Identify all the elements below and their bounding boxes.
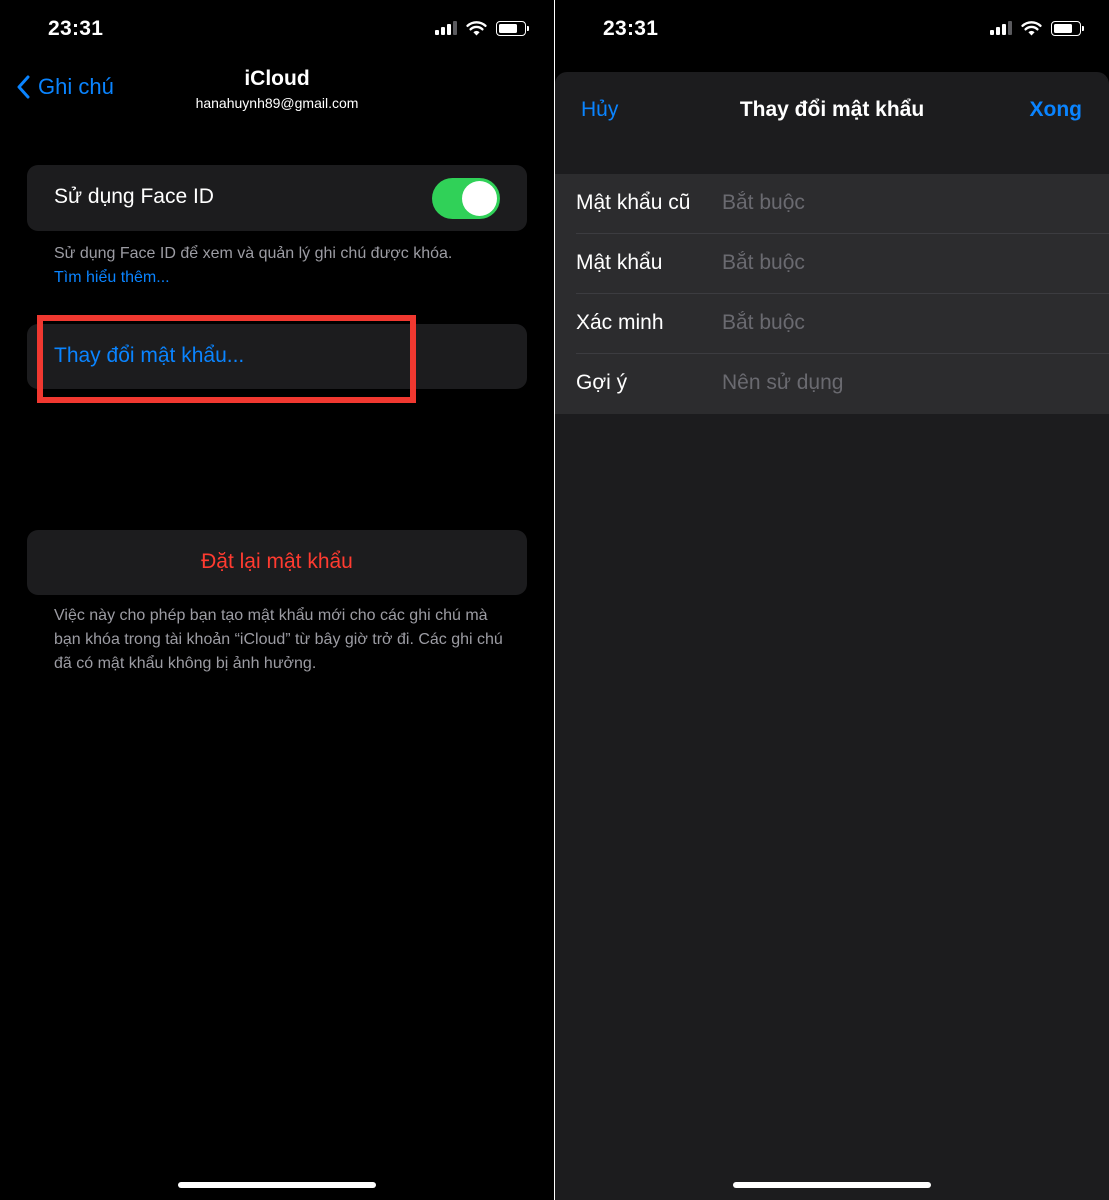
- old-password-row: Mật khẩu cũ: [576, 174, 1109, 234]
- learn-more-link[interactable]: Tìm hiểu thêm...: [54, 266, 514, 290]
- status-time: 23:31: [48, 17, 104, 40]
- signal-icon: [435, 21, 457, 35]
- status-icons: [990, 20, 1084, 36]
- battery-icon: [1051, 20, 1084, 36]
- status-bar: 23:31: [555, 0, 1109, 60]
- wifi-icon: [1021, 21, 1042, 36]
- home-indicator[interactable]: [178, 1182, 376, 1188]
- hint-row: Gợi ý: [576, 354, 1109, 414]
- page-title: iCloud: [244, 67, 310, 90]
- change-password-sheet: Hủy Thay đổi mật khẩu Xong Mật khẩu cũ M…: [555, 72, 1109, 1200]
- faceid-note-text: Sử dụng Face ID để xem và quản lý ghi ch…: [54, 245, 453, 262]
- faceid-toggle[interactable]: [432, 178, 500, 219]
- signal-icon: [990, 21, 1012, 35]
- home-indicator[interactable]: [733, 1182, 931, 1188]
- old-password-input[interactable]: [722, 186, 1082, 220]
- status-time: 23:31: [603, 17, 659, 40]
- hint-label: Gợi ý: [576, 371, 628, 394]
- faceid-footnote: Sử dụng Face ID để xem và quản lý ghi ch…: [54, 242, 514, 290]
- account-email: hanahuynh89@gmail.com: [195, 95, 359, 111]
- status-bar: 23:31: [0, 0, 554, 60]
- reset-password-footnote: Việc này cho phép bạn tạo mật khẩu mới c…: [54, 607, 503, 672]
- reset-password-button[interactable]: Đặt lại mật khẩu: [27, 530, 527, 595]
- notes-settings-screen: 23:31 Ghi chú iCloud hanahuynh89@gmail.c…: [0, 0, 554, 1200]
- verify-password-label: Xác minh: [576, 311, 664, 334]
- faceid-row: Sử dụng Face ID: [27, 165, 527, 231]
- sheet-title: Thay đổi mật khẩu: [739, 98, 925, 121]
- verify-password-input[interactable]: [722, 306, 1082, 340]
- status-icons: [435, 20, 529, 36]
- reset-password-label: Đặt lại mật khẩu: [201, 550, 353, 573]
- toggle-knob: [462, 181, 497, 216]
- faceid-label: Sử dụng Face ID: [54, 185, 214, 208]
- verify-password-row: Xác minh: [576, 294, 1109, 354]
- nav-title: iCloud hanahuynh89@gmail.com: [0, 67, 554, 111]
- password-form: Mật khẩu cũ Mật khẩu Xác minh Gợi ý: [555, 174, 1109, 414]
- annotation-highlight-box: [37, 315, 416, 403]
- wifi-icon: [466, 21, 487, 36]
- hint-input[interactable]: [722, 366, 1082, 400]
- battery-icon: [496, 20, 529, 36]
- new-password-label: Mật khẩu: [576, 251, 663, 274]
- sheet-header: Hủy Thay đổi mật khẩu Xong: [555, 72, 1109, 150]
- change-password-screen: 23:31 Hủy Thay đổi mật khẩu Xong Mật khẩ…: [555, 0, 1109, 1200]
- new-password-input[interactable]: [722, 246, 1082, 280]
- new-password-row: Mật khẩu: [576, 234, 1109, 294]
- old-password-label: Mật khẩu cũ: [576, 191, 691, 214]
- done-button[interactable]: Xong: [1030, 98, 1083, 122]
